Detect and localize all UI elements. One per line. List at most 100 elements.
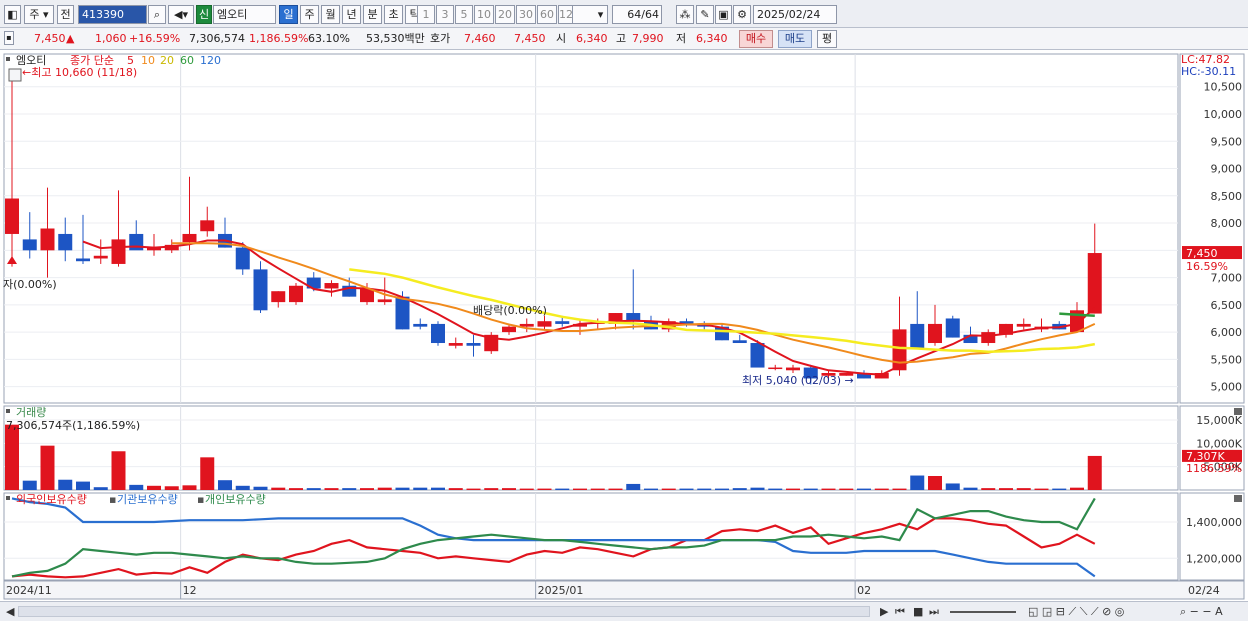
gear-icon[interactable]: ⚙ — [733, 5, 751, 24]
volume-bar — [821, 488, 836, 490]
holdings-legend-bullet: ▪ — [197, 493, 204, 506]
candle-body — [928, 323, 942, 344]
interval-button-1[interactable]: 1 — [417, 5, 435, 24]
calendar-icon — [8, 68, 22, 82]
chevron-down-icon[interactable]: ▾ — [594, 5, 608, 24]
period-select-label: 주 — [29, 8, 40, 21]
bid-price: 7,450 — [514, 32, 546, 45]
buy-button[interactable]: 매수 — [739, 30, 773, 48]
price-tick-label: 6,500 — [1211, 299, 1243, 312]
zoom-icons[interactable]: ⌕ − − A — [1180, 604, 1223, 619]
stock-code-input[interactable]: 413390 — [78, 5, 147, 24]
volume-bar — [1016, 488, 1031, 490]
quote-toggle-icon[interactable]: ▪ — [4, 31, 14, 45]
dividend-annotation: 배당락(0.00%) — [473, 304, 547, 317]
x-tick-label: 02 — [857, 584, 871, 597]
change-value: 1,060 — [95, 32, 127, 45]
price-tick-label: 7,000 — [1211, 272, 1243, 285]
horizontal-scrollbar[interactable] — [18, 606, 870, 617]
period-button-1[interactable]: 주 — [300, 5, 319, 24]
zoom-slider[interactable] — [950, 611, 1016, 613]
toolbar: ◧ 주 ▾ 전 413390 ⌕ ◀▾ 신 엠오티 일주월년분초틱 1 3 5 10 2… — [0, 0, 1248, 28]
candle-body — [377, 299, 392, 303]
period-button-3[interactable]: 년 — [342, 5, 361, 24]
volume-bar — [324, 488, 339, 490]
save-icon[interactable]: ▣ — [715, 5, 732, 24]
volume-bar — [235, 485, 250, 490]
candle-body — [1016, 323, 1031, 327]
first-button[interactable]: ⏮ — [895, 604, 905, 619]
tool-icon-a[interactable]: ⁂ — [676, 5, 694, 24]
period-select[interactable]: 주 ▾ — [24, 5, 54, 24]
candle-body — [324, 283, 339, 289]
volume-title: 거래량 — [16, 406, 46, 419]
interval-button-5[interactable]: 5 — [455, 5, 473, 24]
interval-button-10[interactable]: 10 — [474, 5, 494, 24]
play-button[interactable]: ▶ — [880, 604, 888, 619]
candle-body — [732, 340, 747, 344]
volume-bar — [484, 488, 499, 490]
stop-button[interactable]: ■ — [913, 604, 923, 619]
interval-button-3[interactable]: 3 — [436, 5, 454, 24]
candle-body — [58, 233, 73, 251]
volume-bar — [342, 488, 357, 490]
volume-bar — [1034, 488, 1049, 490]
period-button-2[interactable]: 월 — [321, 5, 340, 24]
volume-bar — [999, 488, 1013, 490]
speaker-icon[interactable]: ◀▾ — [168, 5, 194, 24]
date-field[interactable]: 2025/02/24 — [753, 5, 837, 24]
candle-body — [750, 343, 765, 368]
last-button[interactable]: ⏭ — [929, 604, 939, 619]
count-field[interactable]: 64/64 — [612, 5, 662, 24]
volume-bar — [502, 488, 516, 490]
holdings-close-icon — [1234, 495, 1242, 502]
period-button-0[interactable]: 일 — [279, 5, 298, 24]
high-label: 고 — [616, 32, 627, 45]
volume-bar — [413, 487, 428, 490]
sell-button[interactable]: 매도 — [778, 30, 812, 48]
last-price-label: 7,450 — [1186, 247, 1218, 260]
volume-bar — [377, 487, 392, 490]
chart-tools-icons[interactable]: ◱ ◲ ⊟ ⟋ ⟍ ⟋ ⊘ ◎ — [1028, 604, 1124, 619]
candle-body — [93, 255, 108, 259]
high-annotation: ←최고 10,660 (11/18) — [22, 66, 137, 79]
high-price: 7,990 — [632, 32, 664, 45]
period-button-4[interactable]: 분 — [363, 5, 382, 24]
ma-legend-20: 20 — [160, 54, 174, 67]
interval-button-20[interactable]: 20 — [495, 5, 515, 24]
period-button-5[interactable]: 초 — [384, 5, 403, 24]
search-icon[interactable]: ⌕ — [148, 5, 166, 24]
quote-bar: ▪ 7,450 ▲ 1,060 +16.59% 7,306,574 1,186.… — [0, 28, 1248, 50]
volume-bar — [537, 488, 552, 490]
price-tick-label: 5,000 — [1211, 381, 1243, 394]
turnover-percent: 63.10% — [308, 32, 350, 45]
scroll-left-button[interactable]: ◀ — [6, 604, 14, 619]
volume-bar — [608, 488, 623, 490]
price-tick-label: 10,000 — [1204, 108, 1243, 121]
chart-canvas[interactable]: 5,0005,5006,0006,5007,0007,5008,0008,500… — [0, 50, 1248, 602]
price-tick-label: 9,500 — [1211, 135, 1243, 148]
draw-tool-icon[interactable]: ✎ — [696, 5, 714, 24]
holdings-panel — [3, 492, 1179, 581]
candle-body — [253, 269, 268, 311]
candle-body — [945, 318, 960, 338]
holdings-legend-1: 기관보유수량 — [117, 493, 178, 506]
open-label: 시 — [556, 32, 567, 45]
volume-bar — [839, 488, 854, 490]
chart-type-icon[interactable]: ◧ — [4, 5, 21, 24]
average-button[interactable]: 평 — [817, 30, 837, 48]
interval-button-30[interactable]: 30 — [516, 5, 536, 24]
volume-bar — [200, 457, 215, 490]
volume-bar — [679, 488, 694, 490]
candle-body — [5, 198, 19, 234]
volume-bar — [803, 488, 818, 490]
prev-button[interactable]: 전 — [57, 5, 74, 24]
candle-body — [235, 247, 250, 270]
interval-button-60[interactable]: 60 — [537, 5, 557, 24]
volume-percent: 1,186.59% — [249, 32, 309, 45]
volume-bar — [289, 488, 303, 490]
stock-name-field[interactable]: 엠오티 — [213, 5, 276, 24]
volume-bar — [661, 488, 676, 490]
holdings-tick-label: 1,200,000 — [1186, 552, 1242, 565]
holdings-legend-bullet: ▪ — [109, 493, 116, 506]
